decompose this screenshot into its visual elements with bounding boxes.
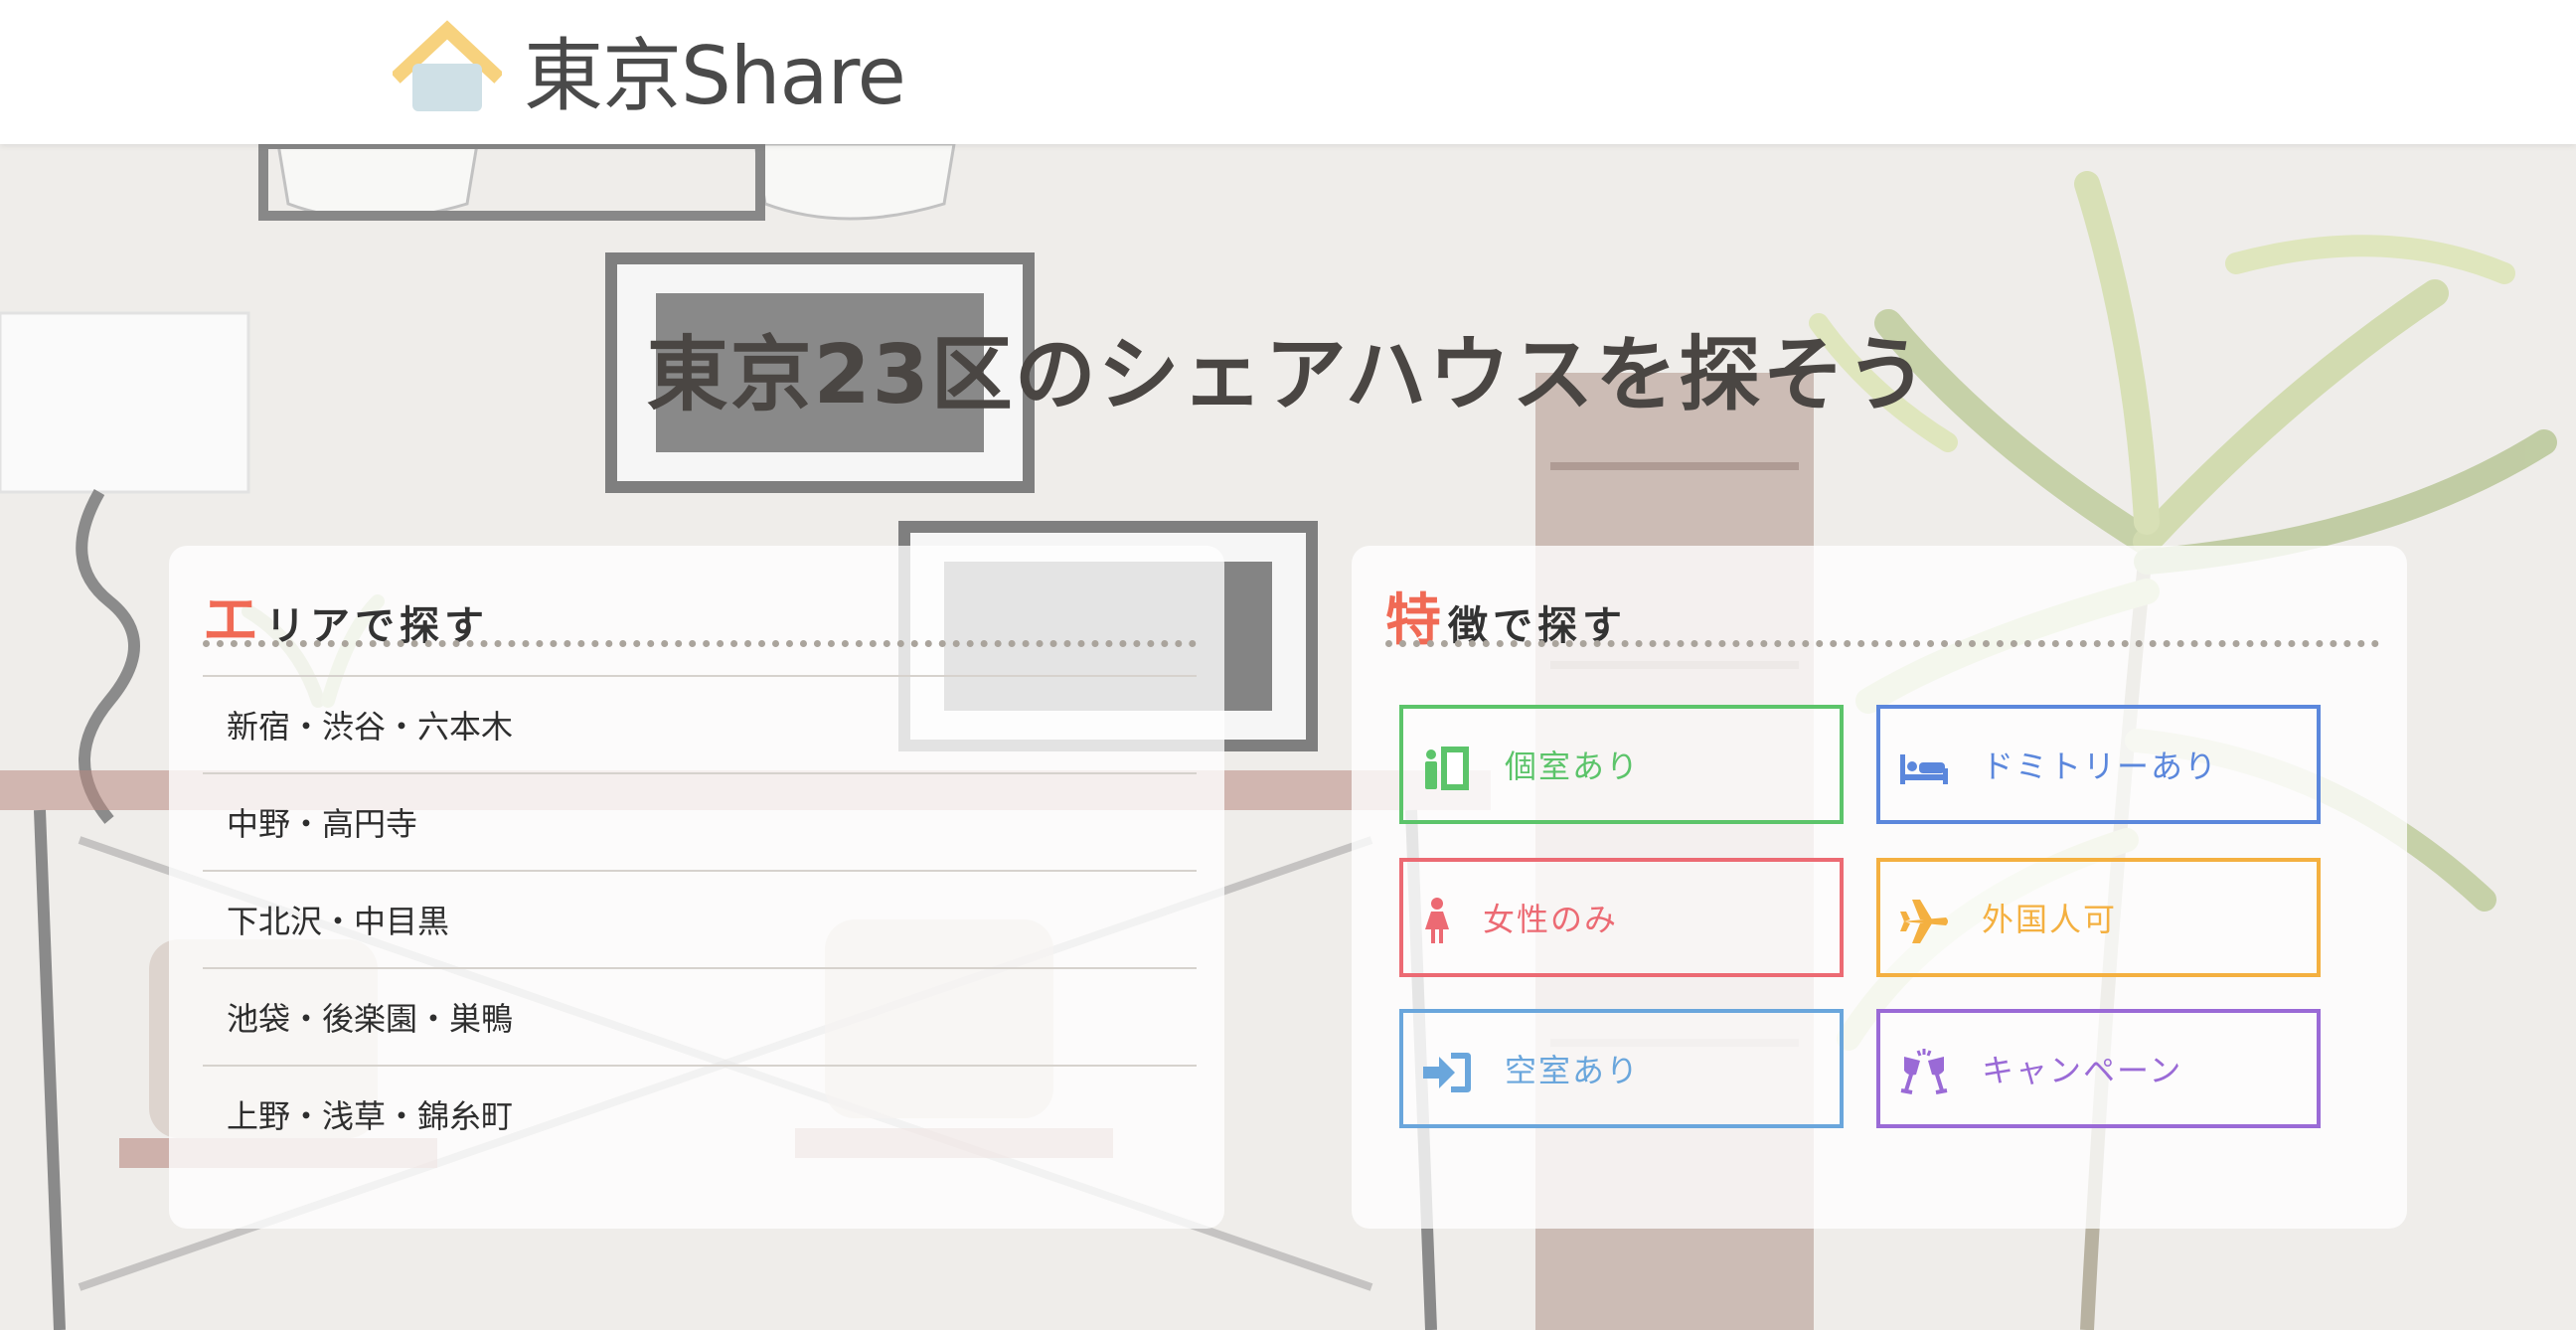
feature-label: 個室あり [1505, 748, 1641, 785]
site-logo[interactable]: 東京Share [391, 20, 906, 122]
area-item-shinjuku[interactable]: 新宿・渋谷・六本木 [203, 675, 1197, 772]
area-item-label: 新宿・渋谷・六本木 [227, 708, 514, 746]
private-room-icon [1421, 743, 1473, 794]
hero-title: 東京23区のシェアハウスを探そう [646, 328, 1930, 422]
sign-in-icon [1421, 1047, 1473, 1098]
feature-vacancy-button[interactable]: 空室あり [1399, 1009, 1844, 1128]
feature-foreigners-button[interactable]: 外国人可 [1876, 858, 2321, 977]
feature-label: 外国人可 [1982, 901, 2118, 938]
feature-label: 空室あり [1505, 1052, 1641, 1089]
feature-label: ドミトリーあり [1982, 748, 2219, 785]
area-list: 新宿・渋谷・六本木 中野・高円寺 下北沢・中目黒 池袋・後楽園・巣鴨 上野・浅草… [203, 675, 1197, 1162]
feature-search-panel: 特徴で探す 個室あり ドミトリーあり 女性のみ 外国人可 空室あり キャンペーン [1352, 546, 2407, 1229]
dotted-divider [1385, 639, 2379, 647]
area-search-panel: エリアで探す 新宿・渋谷・六本木 中野・高円寺 下北沢・中目黒 池袋・後楽園・巣… [169, 546, 1224, 1229]
area-item-shimokitazawa[interactable]: 下北沢・中目黒 [203, 870, 1197, 967]
feature-private-room-button[interactable]: 個室あり [1399, 705, 1844, 824]
airplane-icon [1898, 896, 1950, 947]
area-item-label: 上野・浅草・錦糸町 [227, 1097, 514, 1135]
area-item-label: 池袋・後楽園・巣鴨 [227, 1000, 514, 1038]
house-icon [391, 20, 504, 119]
bed-icon [1898, 743, 1950, 794]
site-header: 東京Share [0, 0, 2576, 144]
area-item-ueno[interactable]: 上野・浅草・錦糸町 [203, 1065, 1197, 1162]
area-item-label: 中野・高円寺 [227, 805, 418, 843]
area-item-ikebukuro[interactable]: 池袋・後楽園・巣鴨 [203, 967, 1197, 1065]
hero-section: 東京23区のシェアハウスを探そう エリアで探す 新宿・渋谷・六本木 中野・高円寺… [0, 144, 2576, 1330]
feature-campaign-button[interactable]: キャンペーン [1876, 1009, 2321, 1128]
feature-female-only-button[interactable]: 女性のみ [1399, 858, 1844, 977]
feature-label: キャンペーン [1982, 1052, 2183, 1089]
area-item-label: 下北沢・中目黒 [227, 903, 450, 940]
feature-label: 女性のみ [1483, 901, 1619, 938]
area-item-nakano[interactable]: 中野・高円寺 [203, 772, 1197, 870]
feature-dormitory-button[interactable]: ドミトリーあり [1876, 705, 2321, 824]
logo-text: 東京Share [524, 30, 906, 122]
cheers-icon [1898, 1047, 1950, 1098]
female-icon [1421, 896, 1473, 947]
dotted-divider [203, 639, 1197, 647]
